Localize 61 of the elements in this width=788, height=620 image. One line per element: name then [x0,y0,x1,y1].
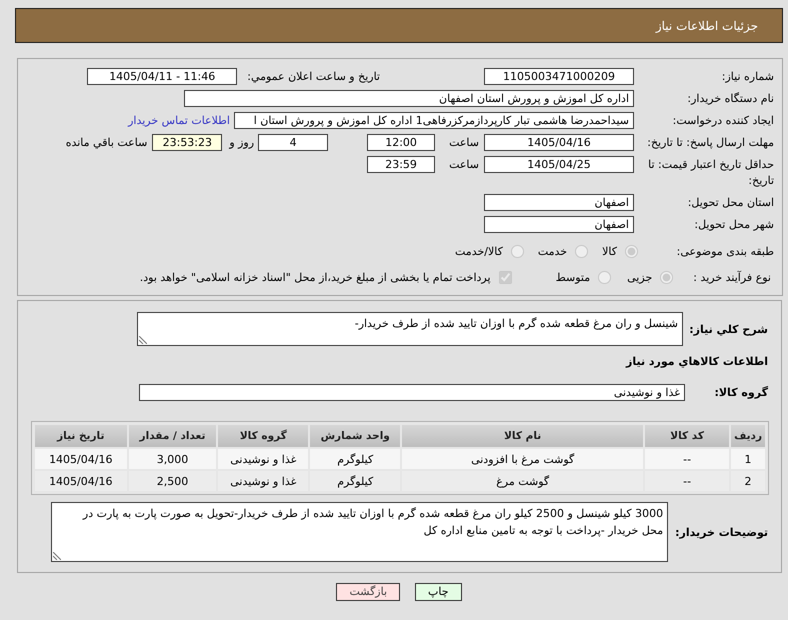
reply-time-label: ساعت [449,135,479,151]
reply-time-field[interactable]: 12:00 [367,134,436,151]
column-header: واحد شمارش [310,425,400,447]
reply-date-field[interactable]: 1405/04/16 [484,134,634,151]
delivery-city-field[interactable]: اصفهان [484,216,634,233]
delivery-province-field[interactable]: اصفهان [484,194,634,211]
need-number-label: شماره نیاز: [720,69,774,85]
column-header: تاریخ نیاز [35,425,127,447]
price-validity-label: حداقل تاریخ اعتبار قیمت: تا تاریخ: [647,157,774,189]
table-cell: 1405/04/16 [35,471,127,491]
table-cell: گوشت مرغ با افزودنی [402,449,644,469]
time-remaining-label: ساعت باقي مانده [66,135,148,151]
need-description-field[interactable]: شینسل و ران مرغ قطعه شده گرم با اوزان تایید شده از طرف خریدار- [137,312,683,346]
table-cell: 2,500 [128,471,216,491]
table-cell: -- [645,449,730,469]
table-cell: کیلوگرم [310,449,400,469]
table-cell: 1 [731,449,765,469]
time-remaining-field[interactable]: 23:53:23 [152,134,222,151]
table-cell: غذا و نوشیدنی [218,449,308,469]
table-cell: گوشت مرغ [402,471,644,491]
page-title: جزئیات اطلاعات نیاز [656,18,758,32]
days-label: روز و [229,135,254,151]
table-cell: 2 [731,471,765,491]
announcement-date-field[interactable]: 1405/04/11 - 11:46 [87,68,238,85]
reply-deadline-label: مهلت ارسال پاسخ: تا تاریخ: [646,135,774,151]
price-validity-time-label: ساعت [449,157,479,173]
table-cell: 1405/04/16 [35,449,127,469]
buyer-notes-label: توضیحات خریدار: [675,526,769,538]
goods-group-label: گروه کالا: [713,386,769,399]
goods-group-field[interactable]: غذا و نوشیدنی [139,384,685,401]
column-header: نام کالا [402,425,644,447]
column-header: ردیف [731,425,765,447]
price-validity-date-field[interactable]: 1405/04/25 [484,156,634,173]
column-header: گروه کالا [218,425,308,447]
column-header: تعداد / مقدار [128,425,216,447]
back-button[interactable]: بازگشت [336,583,400,601]
buyer-organization-field[interactable]: اداره کل اموزش و پرورش استان اصفهان [184,90,634,107]
delivery-city-label: شهر محل تحویل: [693,217,774,233]
announcement-date-label: تاریخ و ساعت اعلان عمومي: [247,69,380,85]
resize-grip-icon[interactable] [139,336,147,344]
section-title: اطلاعات کالاهاي مورد نياز [624,354,769,370]
table-cell: غذا و نوشیدنی [218,471,308,491]
treasury-payment-text: پرداخت تمام یا بخشی از مبلغ خرید،از محل "اسناد خزانه اسلامی" خواهد بود. [140,270,491,284]
column-header: کد کالا [645,425,730,447]
table-cell: 3,000 [128,449,216,469]
need-number-field[interactable]: 1105003471000209 [484,68,634,85]
need-description-label: شرح کلي نياز: [689,322,769,336]
resize-grip-icon[interactable] [53,552,62,560]
price-validity-time-field[interactable]: 23:59 [367,156,436,173]
requester-label: ایجاد کننده درخواست: [672,113,774,129]
subject-category-label: طبقه بندی موضوعی: [676,244,774,260]
print-button[interactable]: چاپ [415,583,462,601]
days-remaining-field[interactable]: 4 [258,134,328,151]
buyer-notes-field[interactable]: 3000 کیلو شینسل و 2500 کیلو ران مرغ قطعه شده گرم با اوزان تایید شده از طرف خریدار-تحویل به صورت پارت به پارت در محل خریدار -پرداخت با توجه به تامین منابع اداره کل [51,502,668,562]
buyer-contact-link[interactable]: اطلاعات تماس خریدار [128,114,230,127]
table-cell: -- [645,471,730,491]
delivery-province-label: استان محل تحویل: [686,195,774,211]
requester-field[interactable]: سیداحمدرضا هاشمی تبار کارپردازمرکزرفاهی1 اداره کل اموزش و پرورش استان ا [234,112,634,129]
table-cell: کیلوگرم [310,471,400,491]
purchase-process-label: نوع فرآیند خرید : [693,270,771,286]
buyer-organization-label: نام دستگاه خریدار: [686,91,774,107]
